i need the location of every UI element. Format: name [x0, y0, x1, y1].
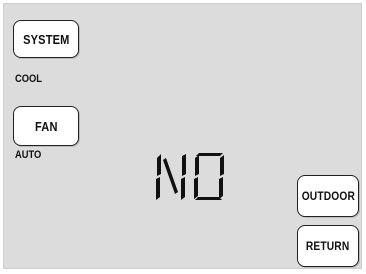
fan-button-label: FAN [34, 118, 58, 134]
system-button[interactable]: SYSTEM [13, 20, 79, 58]
return-button-label: RETURN [306, 239, 350, 253]
system-button-label: SYSTEM [22, 31, 70, 47]
return-button[interactable]: RETURN [297, 225, 359, 267]
seven-segment-display: NO [156, 153, 224, 200]
outdoor-button[interactable]: OUTDOOR [297, 175, 359, 217]
fan-button[interactable]: FAN [13, 106, 79, 146]
system-mode-label: COOL [15, 73, 43, 85]
fan-mode-label: AUTO [15, 149, 42, 161]
outdoor-button-label: OUTDOOR [301, 189, 355, 203]
thermostat-screen: SYSTEM COOL FAN AUTO NO OUTDOOR RETURN [3, 3, 362, 269]
